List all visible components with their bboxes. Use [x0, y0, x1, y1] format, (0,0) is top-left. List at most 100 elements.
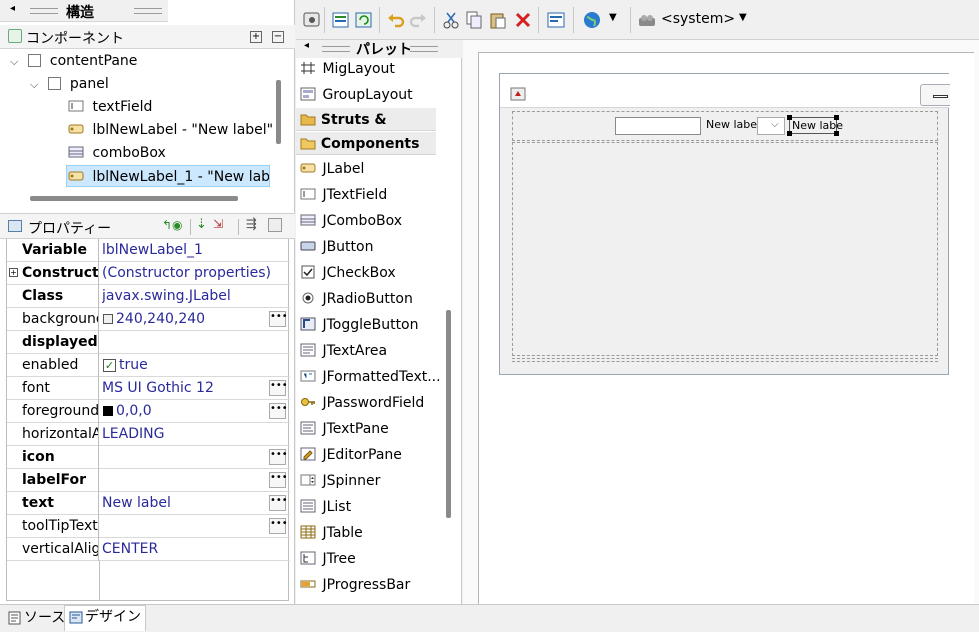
palette-item-jspinner[interactable]: JSpinner — [300, 469, 380, 493]
property-row-labelfor[interactable]: labelFor ••• — [7, 469, 290, 492]
property-value[interactable]: lblNewLabel_1 — [102, 239, 266, 262]
goto-definition-icon[interactable]: ⇣ — [196, 217, 207, 232]
look-and-feel-dropdown-icon[interactable]: ▼ — [739, 12, 747, 23]
design-textfield[interactable] — [615, 117, 701, 135]
convert-local-icon[interactable]: ⇲ — [213, 217, 223, 231]
test-gui-icon[interactable] — [302, 10, 322, 30]
palette-scrollbar[interactable] — [446, 310, 451, 518]
design-label-selected[interactable]: New labe — [787, 115, 843, 136]
property-row-verticalalignment[interactable]: verticalAlignment CENTER — [7, 538, 290, 561]
tree-vertical-scrollbar[interactable] — [276, 80, 281, 144]
tree-node-textfield[interactable]: textField — [68, 96, 152, 118]
globe-dropdown-icon[interactable]: ▼ — [609, 12, 617, 23]
externalize-strings-icon[interactable] — [331, 10, 351, 30]
show-events-icon[interactable]: ↰◉ — [162, 218, 183, 232]
grip-right[interactable] — [134, 8, 162, 14]
property-value[interactable]: (Constructor properties) — [102, 262, 288, 285]
restore-defaults-icon[interactable] — [268, 218, 282, 232]
tab-source[interactable]: ソース — [4, 607, 65, 630]
palette-item-jtable[interactable]: JTable — [300, 521, 363, 545]
property-row-constructor[interactable]: + Constructor (Constructor properties) — [7, 262, 290, 285]
collapse-palette-icon[interactable]: ◂ — [304, 40, 309, 51]
property-value[interactable]: true — [119, 354, 269, 377]
center-region-outline[interactable] — [512, 142, 938, 356]
window-button[interactable] — [920, 84, 950, 106]
property-value[interactable]: javax.swing.JLabel — [102, 285, 266, 308]
jframe-preview[interactable]: New labe ⌵ New labe — [499, 73, 950, 375]
palette-category-struts[interactable]: Struts & Springs — [296, 107, 436, 152]
grip-left[interactable] — [322, 46, 350, 52]
property-row-font[interactable]: font MS UI Gothic 12 ••• — [7, 377, 290, 400]
chevron-down-icon[interactable]: ⌵ — [10, 51, 24, 73]
undo-icon[interactable] — [386, 10, 406, 30]
property-row-background[interactable]: background 240,240,240 ••• — [7, 308, 290, 331]
tab-design[interactable]: デザイン — [64, 605, 146, 631]
palette-item-jcombobox[interactable]: JComboBox — [300, 209, 402, 233]
property-value[interactable] — [102, 331, 266, 354]
ellipsis-button[interactable]: ••• — [269, 311, 288, 327]
palette-item-jlist[interactable]: JList — [300, 495, 351, 519]
palette-item-jtogglebutton[interactable]: JToggleButton — [300, 313, 419, 337]
property-row-tooltiptext[interactable]: toolTipText ••• — [7, 515, 290, 538]
ellipsis-button[interactable]: ••• — [269, 518, 288, 534]
design-combobox[interactable]: ⌵ — [757, 117, 785, 135]
property-row-enabled[interactable]: enabled ✓ true — [7, 354, 290, 377]
enabled-checkbox[interactable]: ✓ — [103, 359, 116, 372]
property-row-horizontalalignment[interactable]: horizontalAlignment LEADING — [7, 423, 290, 446]
property-value[interactable] — [102, 446, 266, 469]
property-row-text[interactable]: text New label ••• — [7, 492, 290, 515]
palette-item-jcheckbox[interactable]: JCheckBox — [300, 261, 396, 285]
property-value[interactable]: MS UI Gothic 12 — [102, 377, 266, 400]
resize-handle[interactable] — [787, 131, 792, 136]
show-advanced-icon[interactable]: ⇶ — [246, 217, 257, 232]
property-row-foreground[interactable]: foreground 0,0,0 ••• — [7, 400, 290, 423]
delete-icon[interactable] — [513, 10, 533, 30]
property-row-variable[interactable]: Variable lblNewLabel_1 — [7, 239, 290, 262]
palette-item-jpasswordfield[interactable]: JPasswordField — [300, 391, 424, 415]
palette-item-jprogressbar[interactable]: JProgressBar — [300, 573, 410, 597]
property-row-displayedmnemonic[interactable]: displayedMnemonic — [7, 331, 290, 354]
grip-left[interactable] — [30, 8, 58, 14]
refresh-icon[interactable] — [354, 10, 374, 30]
design-label[interactable]: New labe — [706, 118, 757, 131]
tree-node-panel[interactable]: ⌵ panel — [30, 73, 109, 95]
ellipsis-button[interactable]: ••• — [269, 495, 288, 511]
globe-icon[interactable] — [582, 10, 602, 30]
jframe-title-bar[interactable] — [500, 74, 950, 108]
tree-node-contentpane[interactable]: ⌵ contentPane — [10, 50, 137, 72]
palette-item-jtextfield[interactable]: JTextField — [300, 183, 387, 207]
tab-order-icon[interactable] — [546, 10, 566, 30]
property-value[interactable] — [102, 515, 266, 538]
resize-handle[interactable] — [834, 131, 839, 136]
expand-all-icon[interactable]: + — [250, 31, 262, 43]
chevron-down-icon[interactable]: ⌵ — [30, 74, 44, 96]
tree-node-lblnewlabel[interactable]: lblNewLabel - "New label" — [68, 119, 273, 141]
panel-outline[interactable]: New labe ⌵ New labe — [512, 111, 938, 141]
resize-handle[interactable] — [787, 115, 792, 120]
palette-item-miglayout[interactable]: MigLayout — [300, 57, 395, 81]
property-value[interactable]: New label — [102, 492, 266, 515]
palette-item-jformattedtextfield[interactable]: JFormattedText... — [300, 365, 441, 389]
property-value[interactable]: LEADING — [102, 423, 266, 446]
property-value[interactable]: CENTER — [102, 538, 266, 561]
palette-item-jbutton[interactable]: JButton — [300, 235, 373, 259]
ellipsis-button[interactable]: ••• — [269, 380, 288, 396]
paste-icon[interactable] — [488, 10, 508, 30]
palette-item-jlabel[interactable]: JLabel — [300, 157, 364, 181]
south-region-outline[interactable] — [512, 358, 938, 362]
ellipsis-button[interactable]: ••• — [269, 472, 288, 488]
look-and-feel-icon[interactable] — [637, 10, 657, 30]
palette-item-jtextarea[interactable]: JTextArea — [300, 339, 387, 363]
collapse-all-icon[interactable]: − — [272, 31, 284, 43]
property-row-class[interactable]: Class javax.swing.JLabel — [7, 285, 290, 308]
ellipsis-button[interactable]: ••• — [269, 403, 288, 419]
copy-icon[interactable] — [464, 10, 484, 30]
property-value[interactable]: 0,0,0 — [116, 400, 266, 423]
palette-item-jradiobutton[interactable]: JRadioButton — [300, 287, 413, 311]
palette-category-components[interactable]: Components — [296, 131, 436, 155]
ellipsis-button[interactable]: ••• — [269, 449, 288, 465]
palette-item-jtextpane[interactable]: JTextPane — [300, 417, 389, 441]
palette-item-jtree[interactable]: JTree — [300, 547, 356, 571]
look-and-feel-selector[interactable]: <system> — [661, 11, 735, 27]
design-surface[interactable]: New labe ⌵ New labe — [478, 52, 974, 604]
